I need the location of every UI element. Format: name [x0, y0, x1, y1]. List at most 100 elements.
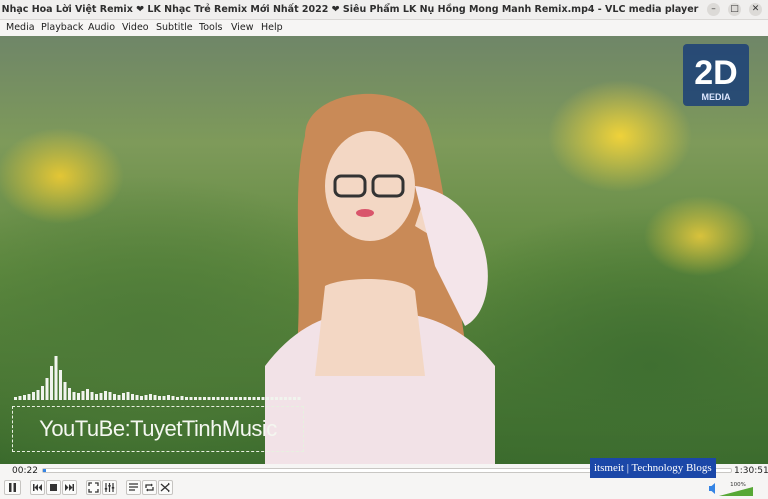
spectrum-bar [203, 397, 206, 400]
spectrum-bar [266, 397, 269, 400]
window-title: Nhạc Hoa Lời Việt Remix ❤ LK Nhạc Trẻ Re… [1, 4, 699, 15]
close-button[interactable]: ✕ [749, 3, 762, 16]
spectrum-bar [297, 397, 301, 400]
spectrum-bar [153, 395, 157, 400]
spectrum-bar [198, 397, 202, 400]
shuffle-button[interactable] [158, 480, 173, 495]
menu-tools[interactable]: Tools [199, 20, 222, 36]
spectrum-bar [167, 395, 170, 400]
menu-subtitle[interactable]: Subtitle [156, 20, 193, 36]
spectrum-bar [284, 397, 287, 400]
spectrum-bar [189, 397, 193, 400]
skip-back-icon [33, 484, 42, 491]
spectrum-bar [18, 396, 22, 400]
pause-icon [9, 483, 16, 492]
spectrum-bar [90, 392, 94, 400]
spectrum-bar [230, 397, 233, 400]
previous-button[interactable] [30, 480, 45, 495]
svg-text:2D: 2D [694, 54, 737, 92]
spectrum-bar [45, 378, 49, 400]
skip-forward-icon [65, 484, 74, 491]
spectrum-bar [261, 397, 265, 400]
spectrum-bar [54, 356, 58, 400]
spectrum-bar [32, 392, 35, 400]
speaker-icon [709, 483, 715, 494]
spectrum-bar [207, 397, 211, 400]
spectrum-bar [252, 397, 256, 400]
menu-view[interactable]: View [231, 20, 254, 36]
blog-watermark: itsmeit | Technology Blogs [590, 458, 716, 478]
channel-watermark-text: YouTuBe:TuyetTinhMusic [39, 416, 277, 441]
stop-icon [50, 484, 57, 491]
spectrum-bar [140, 396, 143, 400]
loop-icon [145, 483, 154, 492]
spectrum-bar [131, 394, 134, 400]
spectrum-bar [239, 397, 242, 400]
audio-spectrum [14, 356, 301, 400]
fullscreen-icon [88, 482, 99, 493]
menu-video[interactable]: Video [122, 20, 149, 36]
playlist-icon [129, 483, 138, 491]
spectrum-bar [72, 392, 76, 400]
spectrum-bar [162, 396, 166, 400]
spectrum-bar [248, 397, 251, 400]
spectrum-bar [99, 393, 103, 400]
spectrum-bar [117, 395, 121, 400]
spectrum-bar [279, 397, 283, 400]
volume-level [719, 487, 753, 496]
next-button[interactable] [62, 480, 77, 495]
spectrum-bar [185, 397, 188, 400]
spectrum-bar [288, 397, 292, 400]
menu-playback[interactable]: Playback [41, 20, 83, 36]
title-bar: Nhạc Hoa Lời Việt Remix ❤ LK Nhạc Trẻ Re… [0, 0, 768, 20]
spectrum-bar [144, 395, 148, 400]
spectrum-bar [14, 397, 17, 400]
spectrum-bar [243, 397, 247, 400]
spectrum-bar [95, 394, 98, 400]
fullscreen-button[interactable] [86, 480, 101, 495]
elapsed-time: 00:22 [12, 466, 38, 476]
spectrum-bar [293, 397, 296, 400]
spectrum-bar [180, 396, 184, 400]
menu-help[interactable]: Help [261, 20, 283, 36]
spectrum-bar [225, 397, 229, 400]
menu-bar: Media Playback Audio Video Subtitle Tool… [0, 20, 768, 36]
spectrum-bar [221, 397, 224, 400]
spectrum-bar [104, 391, 107, 400]
spectrum-bar [50, 366, 53, 400]
spectrum-bar [122, 393, 125, 400]
spectrum-bar [86, 389, 89, 400]
spectrum-bar [176, 397, 179, 400]
spectrum-bar [108, 392, 112, 400]
video-area[interactable]: 2D MEDIA YouTuBe:TuyetTinhMusic [0, 36, 768, 464]
spectrum-bar [212, 397, 215, 400]
spectrum-bar [275, 397, 278, 400]
spectrum-bar [81, 391, 85, 400]
spectrum-bar [77, 393, 80, 400]
menu-audio[interactable]: Audio [88, 20, 115, 36]
spectrum-bar [171, 396, 175, 400]
maximize-button[interactable]: □ [728, 3, 741, 16]
playlist-button[interactable] [126, 480, 141, 495]
minimize-button[interactable]: – [707, 3, 720, 16]
spectrum-bar [149, 394, 152, 400]
loop-button[interactable] [142, 480, 157, 495]
volume-percent: 100% [730, 482, 746, 488]
pause-button[interactable] [4, 480, 21, 495]
spectrum-bar [158, 396, 161, 400]
channel-watermark-box: YouTuBe:TuyetTinhMusic [12, 406, 304, 452]
spectrum-bar [113, 394, 116, 400]
extended-settings-button[interactable] [102, 480, 117, 495]
spectrum-bar [41, 386, 44, 400]
spectrum-bar [63, 382, 67, 400]
spectrum-bar [126, 392, 130, 400]
spectrum-bar [68, 388, 71, 400]
equalizer-icon [104, 483, 115, 492]
spectrum-bar [257, 397, 260, 400]
stop-button[interactable] [46, 480, 61, 495]
spectrum-bar [234, 397, 238, 400]
spectrum-bar [270, 397, 274, 400]
menu-media[interactable]: Media [6, 20, 35, 36]
control-bar: 100% [0, 478, 768, 499]
volume-control[interactable]: 100% [708, 480, 754, 497]
